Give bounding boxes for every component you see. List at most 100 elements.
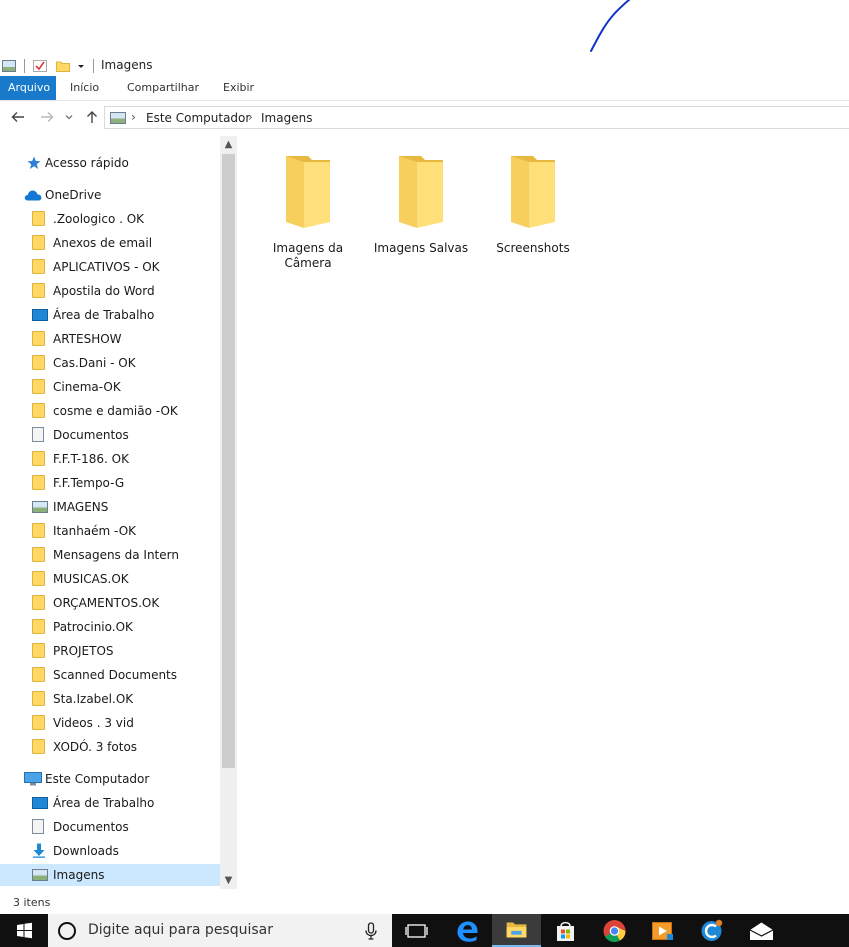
- sidebar-item-label: Área de Trabalho: [53, 308, 155, 322]
- sidebar-item[interactable]: APLICATIVOS - OK: [32, 256, 220, 278]
- nav-label: Este Computador: [45, 772, 150, 786]
- breadcrumb-separator-icon[interactable]: ›: [248, 110, 253, 124]
- nav-quick-access[interactable]: Acesso rápido: [27, 152, 217, 174]
- sidebar-item[interactable]: Área de Trabalho: [32, 792, 220, 814]
- back-arrow-icon[interactable]: [10, 109, 26, 125]
- mail-icon[interactable]: [737, 914, 786, 947]
- title-separator: [93, 59, 94, 73]
- sidebar-item[interactable]: Cinema-OK: [32, 376, 220, 398]
- taskbar-search-box[interactable]: Digite aqui para pesquisar: [48, 914, 392, 947]
- folder-icon: [32, 643, 45, 658]
- sidebar-item[interactable]: Scanned Documents: [32, 664, 220, 686]
- media-player-icon[interactable]: [638, 914, 687, 947]
- sidebar-item[interactable]: IMAGENS: [32, 496, 220, 518]
- breadcrumb-imagens[interactable]: Imagens: [261, 111, 312, 125]
- sidebar-item-label: Downloads: [53, 844, 119, 858]
- sidebar-item[interactable]: F.F.Tempo-G: [32, 472, 220, 494]
- sidebar-item[interactable]: MUSICAS.OK: [32, 568, 220, 590]
- sidebar-item[interactable]: ORÇAMENTOS.OK: [32, 592, 220, 614]
- sidebar-item[interactable]: Videos . 3 vid: [32, 712, 220, 734]
- file-explorer-icon[interactable]: [492, 914, 541, 947]
- folder-tile[interactable]: Imagens da Câmera: [256, 150, 360, 280]
- address-input[interactable]: › Este Computador › Imagens: [104, 106, 849, 129]
- cortana-circle-icon[interactable]: [58, 922, 76, 940]
- sidebar-item[interactable]: Itanhaém -OK: [32, 520, 220, 542]
- file-list-view: Imagens da Câmera Imagens Salvas Screensho…: [240, 136, 849, 889]
- computer-icon: [24, 772, 42, 786]
- properties-check-icon[interactable]: [33, 60, 47, 72]
- sidebar-item[interactable]: Patrocinio.OK: [32, 616, 220, 638]
- star-icon: [27, 156, 41, 169]
- sidebar-item-label: Patrocinio.OK: [53, 620, 133, 634]
- folder-icon: [32, 379, 45, 394]
- customize-quick-access-icon[interactable]: [77, 60, 85, 72]
- sidebar-item[interactable]: ARTESHOW: [32, 328, 220, 350]
- sidebar-item-label: Cinema-OK: [53, 380, 121, 394]
- folder-label: Imagens da Câmera: [272, 241, 344, 270]
- sidebar-item[interactable]: Imagens: [0, 864, 220, 886]
- chrome-icon[interactable]: [590, 914, 639, 947]
- task-view-icon[interactable]: [392, 914, 441, 947]
- scrollbar-thumb[interactable]: [222, 154, 235, 768]
- sidebar-item[interactable]: Mensagens da Intern: [32, 544, 220, 566]
- folder-icon: [32, 259, 45, 274]
- search-placeholder: Digite aqui para pesquisar: [88, 922, 274, 938]
- forward-arrow-icon[interactable]: [39, 109, 55, 125]
- new-folder-icon[interactable]: [56, 60, 70, 72]
- title-bar: Imagens: [0, 56, 849, 76]
- nav-este-computador[interactable]: Este Computador: [24, 768, 214, 790]
- pictures-location-icon: [110, 112, 126, 124]
- folder-icon: [32, 715, 45, 730]
- scroll-down-arrow-icon[interactable]: ▼: [220, 872, 237, 889]
- sidebar-item-label: Videos . 3 vid: [53, 716, 134, 730]
- windows-start-icon[interactable]: [0, 914, 48, 947]
- sidebar-item[interactable]: Documentos: [32, 816, 220, 838]
- folder-icon: [32, 595, 45, 610]
- sidebar-item[interactable]: Apostila do Word: [32, 280, 220, 302]
- address-chevron-icon[interactable]: ›: [131, 110, 136, 124]
- nav-pane-scrollbar[interactable]: ▲ ▼: [220, 136, 237, 889]
- tab-inicio[interactable]: Início: [62, 76, 107, 100]
- tab-compartilhar[interactable]: Compartilhar: [119, 76, 207, 100]
- sidebar-item-label: F.F.T-186. OK: [53, 452, 129, 466]
- ccleaner-icon[interactable]: [687, 914, 736, 947]
- sidebar-item-label: ARTESHOW: [53, 332, 122, 346]
- tab-exibir[interactable]: Exibir: [215, 76, 262, 100]
- sidebar-item-label: Itanhaém -OK: [53, 524, 137, 538]
- up-arrow-icon[interactable]: [84, 109, 100, 125]
- pictures-icon: [32, 501, 48, 513]
- sidebar-item[interactable]: XODÓ. 3 fotos: [32, 736, 220, 758]
- sidebar-item-label: PROJETOS: [53, 644, 114, 658]
- sidebar-item[interactable]: Cas.Dani - OK: [32, 352, 220, 374]
- sidebar-item[interactable]: F.F.T-186. OK: [32, 448, 220, 470]
- sidebar-item-label: IMAGENS: [53, 500, 109, 514]
- sidebar-item[interactable]: Downloads: [32, 840, 220, 862]
- folder-tile[interactable]: Screenshots: [481, 150, 585, 280]
- tab-arquivo[interactable]: Arquivo: [0, 76, 56, 100]
- sidebar-item[interactable]: cosme e damião -OK: [32, 400, 220, 422]
- folder-icon: [32, 547, 45, 562]
- sidebar-item[interactable]: Anexos de email: [32, 232, 220, 254]
- folder-icon: [32, 451, 45, 466]
- pen-annotation-stroke: [590, 0, 630, 52]
- folder-icon: [32, 667, 45, 682]
- scroll-up-arrow-icon[interactable]: ▲: [220, 136, 237, 153]
- folder-icon: [32, 211, 45, 226]
- sidebar-item-label: APLICATIVOS - OK: [53, 260, 160, 274]
- sidebar-item-label: Mensagens da Intern: [53, 548, 179, 562]
- edge-icon[interactable]: [443, 914, 492, 947]
- store-icon[interactable]: [541, 914, 590, 947]
- folder-tile[interactable]: Imagens Salvas: [369, 150, 473, 280]
- sidebar-item[interactable]: Documentos: [32, 424, 220, 446]
- sidebar-item[interactable]: PROJETOS: [32, 640, 220, 662]
- sidebar-item[interactable]: .Zoologico . OK: [32, 208, 220, 230]
- sidebar-item[interactable]: Área de Trabalho: [32, 304, 220, 326]
- sidebar-item[interactable]: Sta.Izabel.OK: [32, 688, 220, 710]
- navigation-bar: › Este Computador › Imagens: [0, 101, 849, 134]
- desktop-icon: [32, 309, 48, 321]
- navigation-pane: Acesso rápido OneDrive .Zoologico . OK An…: [0, 136, 237, 889]
- nav-onedrive[interactable]: OneDrive: [24, 184, 214, 206]
- recent-locations-chevron-icon[interactable]: [64, 109, 74, 125]
- microphone-icon[interactable]: [364, 922, 378, 940]
- breadcrumb-este-computador[interactable]: Este Computador: [146, 111, 250, 125]
